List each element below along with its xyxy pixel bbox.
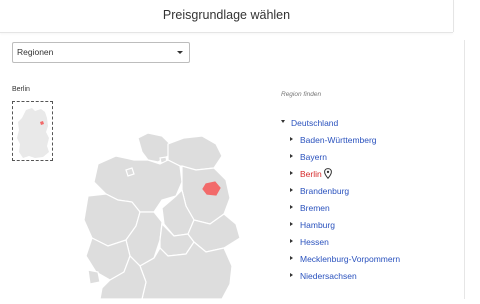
tree-item-label[interactable]: Bremen bbox=[300, 203, 330, 213]
caret-right-icon[interactable] bbox=[290, 205, 293, 209]
caret-right-icon[interactable] bbox=[290, 171, 293, 175]
germany-map[interactable] bbox=[64, 100, 264, 300]
caret-right-icon[interactable] bbox=[290, 222, 293, 226]
panel-scrollbar-track[interactable] bbox=[464, 40, 465, 299]
germany-map-svg bbox=[83, 132, 241, 300]
dialog-header: Preisgrundlage wählen bbox=[0, 0, 453, 33]
caret-right-icon[interactable] bbox=[290, 188, 293, 192]
caret-right-icon[interactable] bbox=[290, 256, 293, 260]
dialog-title: Preisgrundlage wählen bbox=[162, 8, 291, 22]
map-state-saarland[interactable] bbox=[87, 269, 101, 285]
map-state-bremen[interactable] bbox=[125, 167, 135, 177]
tree-item-label-active[interactable]: Berlin bbox=[300, 169, 322, 179]
chevron-down-icon[interactable] bbox=[177, 51, 183, 54]
germany-mini-map bbox=[17, 108, 49, 158]
caret-down-icon[interactable] bbox=[281, 120, 285, 123]
region-type-select-value: Regionen bbox=[17, 47, 54, 57]
region-search-label: Region finden bbox=[281, 91, 322, 98]
mini-map-germany-shape bbox=[17, 108, 49, 158]
tree-item-label[interactable]: Niedersachsen bbox=[300, 271, 357, 281]
tree-item-label[interactable]: Hessen bbox=[300, 237, 329, 247]
map-pin-icon bbox=[324, 168, 332, 179]
tree-item-label[interactable]: Hamburg bbox=[300, 220, 335, 230]
header-divider bbox=[453, 0, 454, 32]
tree-item-label[interactable]: Brandenburg bbox=[300, 186, 349, 196]
tree-item-label[interactable]: Bayern bbox=[300, 152, 327, 162]
caret-right-icon[interactable] bbox=[290, 239, 293, 243]
tree-root-label[interactable]: Deutschland bbox=[291, 118, 338, 128]
mini-map-overview[interactable] bbox=[12, 101, 53, 161]
tree-item-label[interactable]: Baden-Württemberg bbox=[300, 135, 377, 145]
selected-region-label: Berlin bbox=[12, 86, 30, 93]
caret-right-icon[interactable] bbox=[290, 137, 293, 141]
caret-right-icon[interactable] bbox=[290, 154, 293, 158]
region-type-select[interactable]: Regionen bbox=[12, 42, 190, 63]
caret-right-icon[interactable] bbox=[290, 273, 293, 277]
tree-item-label[interactable]: Mecklenburg-Vorpommern bbox=[300, 254, 400, 264]
